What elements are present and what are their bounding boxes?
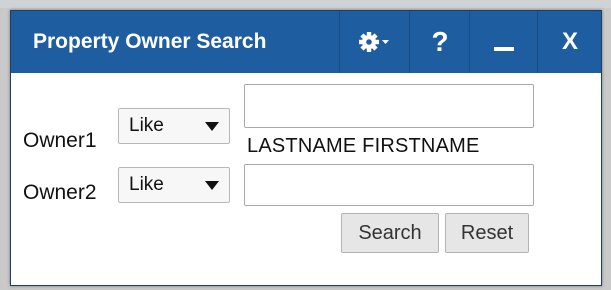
owner1-label: Owner1	[23, 129, 97, 152]
minimize-button[interactable]	[469, 11, 538, 73]
gear-icon	[359, 31, 389, 52]
dialog-titlebar[interactable]: Property Owner Search ? X	[11, 11, 601, 73]
owner1-format-hint: LASTNAME FIRSTNAME	[247, 135, 480, 157]
help-button[interactable]: ?	[409, 11, 470, 73]
reset-button[interactable]: Reset	[445, 213, 529, 253]
close-button[interactable]: X	[537, 11, 602, 73]
background-strip	[0, 0, 611, 8]
owner2-operator-select[interactable]: Like	[118, 167, 230, 203]
owner2-label: Owner2	[23, 181, 97, 204]
owner1-operator-select[interactable]: Like	[118, 108, 230, 144]
owner2-input[interactable]	[244, 164, 534, 206]
dialog-title: Property Owner Search	[33, 30, 267, 53]
owner1-operator-value: Like	[129, 115, 164, 136]
caret-down-icon	[205, 122, 219, 131]
search-button[interactable]: Search	[341, 213, 439, 253]
settings-menu-button[interactable]	[339, 11, 410, 73]
minimize-icon	[494, 46, 514, 51]
owner2-operator-value: Like	[129, 174, 164, 195]
property-owner-search-dialog: Property Owner Search ? X Owner1 Like LA…	[10, 10, 602, 286]
caret-down-icon	[205, 181, 219, 190]
owner1-input[interactable]	[244, 84, 534, 128]
